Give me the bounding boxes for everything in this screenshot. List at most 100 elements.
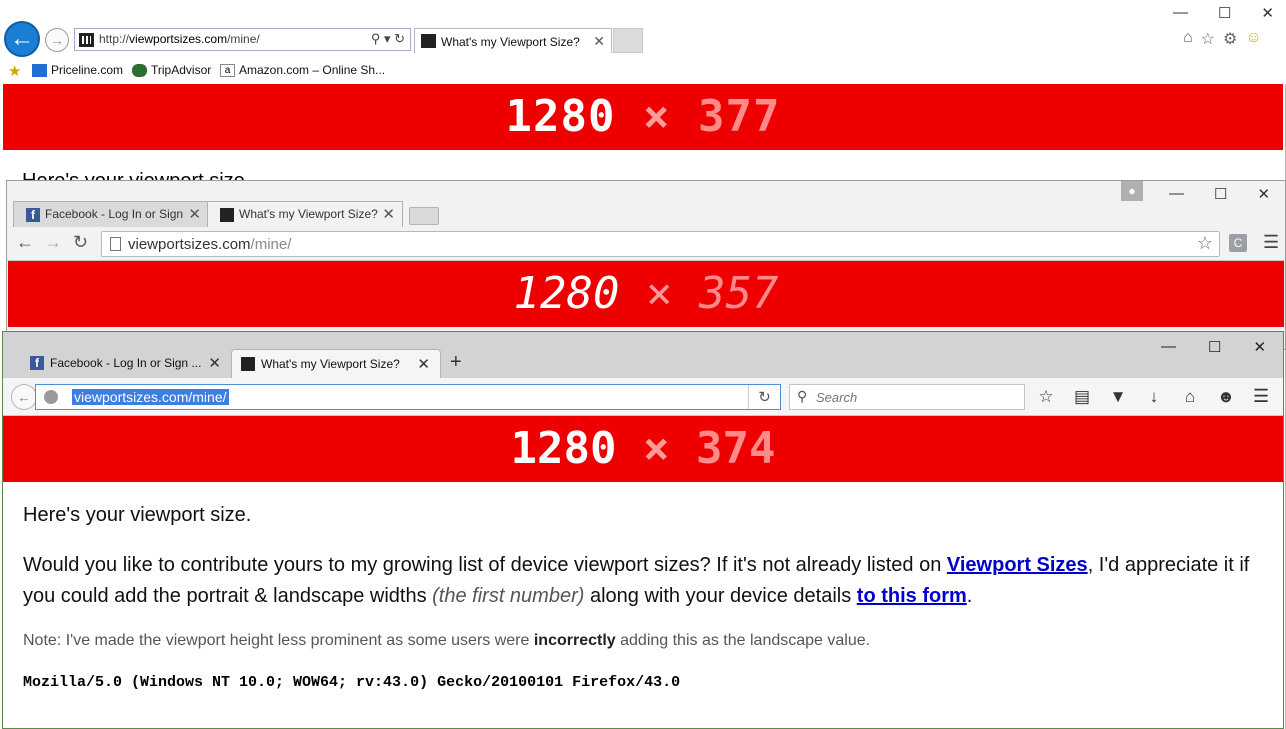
minimize-icon[interactable]: —	[1169, 185, 1184, 203]
forward-arrow-icon[interactable]: →	[44, 232, 62, 253]
window-controls: — ☐ ✕	[1161, 338, 1266, 356]
page-icon	[110, 237, 121, 251]
site-favicon	[421, 34, 436, 48]
close-tab-icon[interactable]: ✕	[208, 354, 221, 372]
menu-icon[interactable]: ☰	[1263, 232, 1279, 253]
times-sign: ×	[642, 91, 671, 142]
chrome-viewport-banner: 1280 × 357	[8, 261, 1284, 327]
tab-viewport[interactable]: What's my Viewport Size? ✕	[231, 349, 441, 378]
chrome-window: f Facebook - Log In or Sign Up ✕ What's …	[6, 180, 1286, 350]
favorites-star-icon[interactable]: ☆	[1201, 29, 1215, 49]
close-icon[interactable]: ✕	[1253, 338, 1266, 356]
page-content: Here's your viewport size. Would you lik…	[23, 504, 1268, 691]
viewport-height: 374	[695, 423, 776, 474]
search-placeholder: Search	[816, 390, 858, 405]
viewport-height: 357	[698, 268, 779, 319]
url-text-selected[interactable]: viewportsizes.com/mine/	[72, 389, 229, 405]
chrome-toolbar: ← → ↻ viewportsizes.com/mine/ ☆ C ☰	[7, 227, 1285, 261]
ie-address-bar[interactable]: http://viewportsizes.com/mine/ ⚲ ▾ ↻	[74, 28, 411, 51]
globe-icon	[44, 390, 58, 404]
close-tab-icon[interactable]: ✕	[382, 205, 395, 223]
ie-tab-viewport[interactable]: What's my Viewport Size? ✕	[414, 28, 612, 53]
menu-icon[interactable]: ☰	[1253, 386, 1269, 407]
firefox-navbar: ← viewportsizes.com/mine/ ↻ ⚲ Search ☆ ▤…	[3, 378, 1283, 416]
back-arrow-icon[interactable]: ←	[16, 232, 34, 253]
close-tab-icon[interactable]: ✕	[417, 355, 430, 373]
favorite-amazon[interactable]: a Amazon.com – Online Sh...	[220, 63, 385, 77]
firefox-window: f Facebook - Log In or Sign ... ✕ What's…	[2, 331, 1284, 729]
priceline-icon	[32, 63, 47, 77]
tab-title: What's my Viewport Size?	[441, 35, 580, 49]
close-tab-icon[interactable]: ✕	[188, 205, 201, 223]
reading-list-icon[interactable]: ▤	[1071, 387, 1093, 407]
amazon-icon: a	[220, 63, 235, 77]
search-icon: ⚲	[797, 388, 808, 404]
contribute-paragraph: Would you like to contribute yours to my…	[23, 554, 1250, 607]
tripadvisor-icon	[132, 63, 147, 77]
close-tab-icon[interactable]: ✕	[593, 33, 605, 50]
bookmark-star-icon[interactable]: ☆	[1035, 387, 1057, 407]
close-icon[interactable]: ✕	[1261, 4, 1274, 22]
facebook-icon: f	[30, 356, 44, 370]
minimize-icon[interactable]: —	[1173, 4, 1188, 22]
back-arrow-icon[interactable]: ←	[11, 384, 37, 410]
home-icon[interactable]: ⌂	[1179, 387, 1201, 407]
search-box[interactable]: ⚲ Search	[789, 384, 1025, 410]
bookmark-star-icon[interactable]: ☆	[1197, 233, 1213, 254]
firefox-toolbar-icons: ☆ ▤ ▼ ↓ ⌂ ☻	[1035, 387, 1237, 407]
smiley-feedback-icon[interactable]: ☺	[1245, 29, 1261, 49]
minimize-icon[interactable]: —	[1161, 338, 1176, 356]
ie-toolbar-icons: ⌂ ☆ ⚙ ☺	[1183, 29, 1262, 49]
site-favicon	[79, 33, 94, 47]
hello-chat-icon[interactable]: ☻	[1215, 387, 1237, 407]
viewport-width: 1280	[510, 423, 617, 474]
user-profile-icon[interactable]: ●	[1121, 181, 1143, 201]
search-dropdown-refresh-icons[interactable]: ⚲ ▾ ↻	[371, 31, 405, 47]
maximize-icon[interactable]: ☐	[1208, 338, 1221, 356]
site-favicon	[241, 357, 255, 371]
favorites-add-icon[interactable]: ★	[8, 62, 21, 80]
new-tab-button[interactable]	[613, 28, 643, 53]
firefox-tabstrip: f Facebook - Log In or Sign ... ✕ What's…	[3, 332, 1283, 378]
user-agent-string: Mozilla/5.0 (Windows NT 10.0; WOW64; rv:…	[23, 674, 681, 691]
download-arrow-icon[interactable]: ↓	[1143, 387, 1165, 407]
chrome-tabstrip: f Facebook - Log In or Sign Up ✕ What's …	[7, 181, 1285, 227]
favorite-tripadvisor[interactable]: TripAdvisor	[132, 63, 211, 77]
ie-url: http://viewportsizes.com/mine/	[99, 32, 260, 46]
close-icon[interactable]: ✕	[1257, 185, 1270, 203]
viewport-sizes-link[interactable]: Viewport Sizes	[947, 554, 1088, 576]
pocket-icon[interactable]: ▼	[1107, 387, 1129, 407]
this-form-link[interactable]: to this form	[857, 585, 967, 607]
chrome-url: viewportsizes.com/mine/	[128, 236, 292, 253]
new-tab-plus-icon[interactable]: +	[450, 351, 462, 374]
ie-titlebar: ← → http://viewportsizes.com/mine/ ⚲ ▾ ↻…	[0, 0, 1286, 58]
favorite-priceline[interactable]: Priceline.com	[32, 63, 123, 77]
forward-arrow-icon[interactable]: →	[45, 28, 69, 52]
note-text: Note: I've made the viewport height less…	[23, 632, 871, 649]
ie-favorites-bar: ★ Priceline.com TripAdvisor a Amazon.com…	[0, 58, 1286, 84]
maximize-icon[interactable]: ☐	[1218, 4, 1231, 22]
tab-facebook[interactable]: f Facebook - Log In or Sign ... ✕	[21, 349, 231, 378]
tab-viewport[interactable]: What's my Viewport Size? ✕	[207, 201, 403, 227]
maximize-icon[interactable]: ☐	[1214, 185, 1227, 203]
window-controls: — ☐ ✕	[1169, 185, 1270, 203]
tab-facebook[interactable]: f Facebook - Log In or Sign Up ✕	[13, 201, 209, 227]
new-tab-button[interactable]	[409, 207, 439, 225]
home-icon[interactable]: ⌂	[1183, 29, 1193, 49]
gear-icon[interactable]: ⚙	[1223, 29, 1237, 49]
viewport-height: 377	[697, 91, 781, 142]
url-bar[interactable]: viewportsizes.com/mine/ ↻	[35, 384, 781, 410]
window-controls: — ☐ ✕	[1173, 4, 1274, 22]
back-arrow-icon[interactable]: ←	[4, 21, 40, 57]
viewport-width: 1280	[505, 91, 616, 142]
viewport-width: 1280	[513, 268, 620, 319]
times-sign: ×	[642, 423, 670, 474]
omnibox[interactable]: viewportsizes.com/mine/ ☆	[101, 231, 1220, 257]
reload-icon[interactable]: ↻	[73, 232, 88, 253]
lead-text: Here's your viewport size.	[23, 504, 252, 526]
extension-icon[interactable]: C	[1229, 234, 1247, 252]
firefox-viewport-banner: 1280 × 374	[3, 416, 1283, 482]
facebook-icon: f	[26, 208, 40, 222]
times-sign: ×	[645, 268, 673, 319]
reload-icon[interactable]: ↻	[748, 385, 780, 409]
